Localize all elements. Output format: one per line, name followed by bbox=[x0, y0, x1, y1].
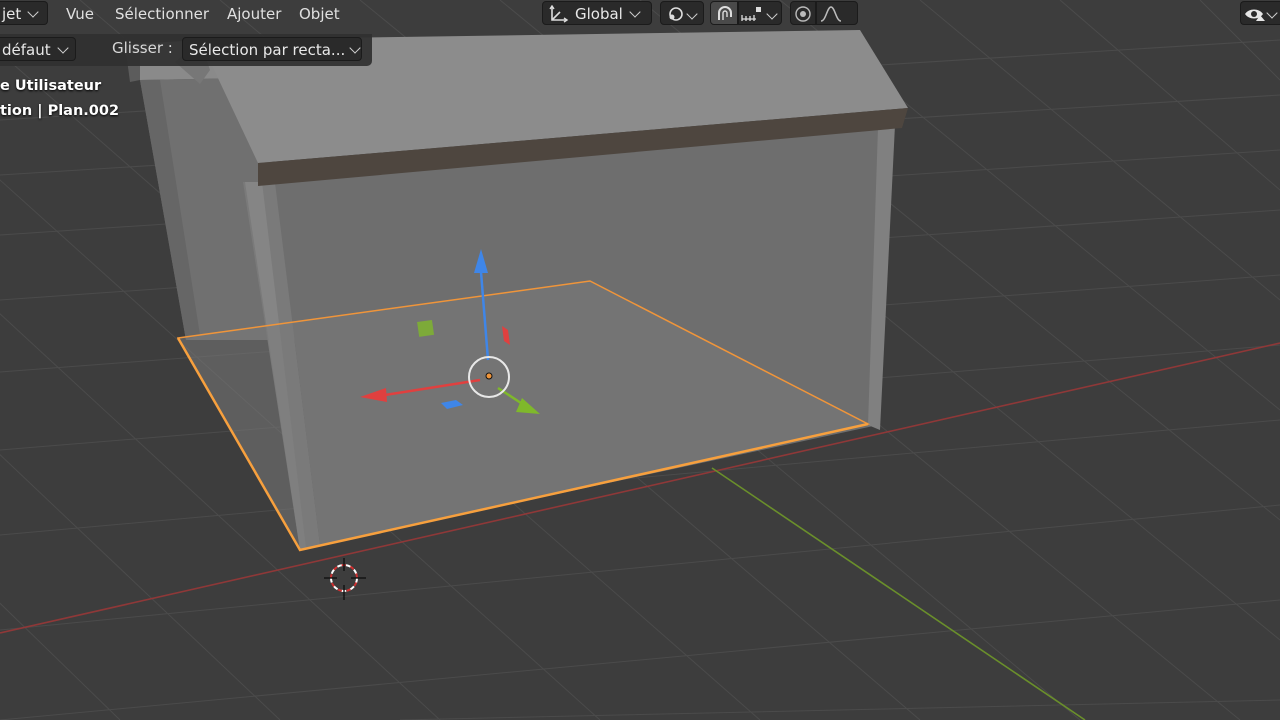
visibility-eye-icon bbox=[1245, 9, 1265, 21]
falloff-dropdown[interactable] bbox=[816, 1, 858, 25]
falloff-curve-icon bbox=[820, 6, 842, 22]
transform-orientation-icon bbox=[549, 5, 569, 23]
collection-object-text: tion | Plan.002 bbox=[0, 103, 120, 119]
chevron-down-icon bbox=[56, 42, 69, 54]
pivot-point-dropdown[interactable] bbox=[660, 1, 704, 25]
snap-icon bbox=[718, 6, 732, 20]
orientation-partial-label: défaut bbox=[2, 41, 51, 59]
pivot-point-icon bbox=[669, 7, 683, 21]
3d-viewport[interactable] bbox=[0, 0, 1280, 720]
snap-increment-icon bbox=[741, 7, 761, 21]
menu-vue[interactable]: Vue bbox=[62, 3, 98, 25]
chevron-down-icon bbox=[349, 42, 361, 54]
menu-selectionner[interactable]: Sélectionner bbox=[111, 3, 213, 25]
menu-ajouter[interactable]: Ajouter bbox=[223, 3, 285, 25]
visibility-dropdown[interactable] bbox=[1240, 1, 1280, 25]
drag-selection-value: Sélection par recta... bbox=[189, 41, 346, 59]
chevron-down-icon bbox=[686, 8, 698, 20]
drag-label: Glisser : bbox=[112, 39, 173, 57]
proportional-edit-toggle[interactable] bbox=[790, 1, 816, 25]
gizmo-origin-icon bbox=[485, 372, 493, 380]
yz-plane-handle[interactable] bbox=[417, 319, 435, 337]
chevron-down-icon bbox=[629, 6, 641, 18]
menu-objet[interactable]: Objet bbox=[295, 3, 344, 25]
view-name-text: e Utilisateur bbox=[0, 78, 102, 94]
chevron-down-icon bbox=[766, 8, 778, 20]
viewport-header: jet Vue Sélectionner Ajouter Objet Globa… bbox=[0, 0, 1280, 28]
snap-toggle[interactable] bbox=[710, 1, 738, 25]
transform-orientation-dropdown[interactable]: Global bbox=[542, 1, 652, 25]
mode-dropdown[interactable]: jet bbox=[0, 1, 48, 25]
proportional-edit-icon bbox=[795, 6, 811, 22]
snap-target-dropdown[interactable] bbox=[738, 1, 782, 25]
chevron-down-icon bbox=[27, 6, 39, 18]
tool-settings-bar: défaut Glisser : Sélection par recta... bbox=[0, 34, 372, 66]
mode-label: jet bbox=[2, 5, 22, 23]
chevron-down-icon bbox=[1266, 7, 1278, 19]
transform-orientation-partial-dropdown[interactable]: défaut bbox=[0, 37, 76, 61]
drag-selection-dropdown[interactable]: Sélection par recta... bbox=[182, 37, 362, 61]
orientation-label: Global bbox=[575, 5, 623, 23]
